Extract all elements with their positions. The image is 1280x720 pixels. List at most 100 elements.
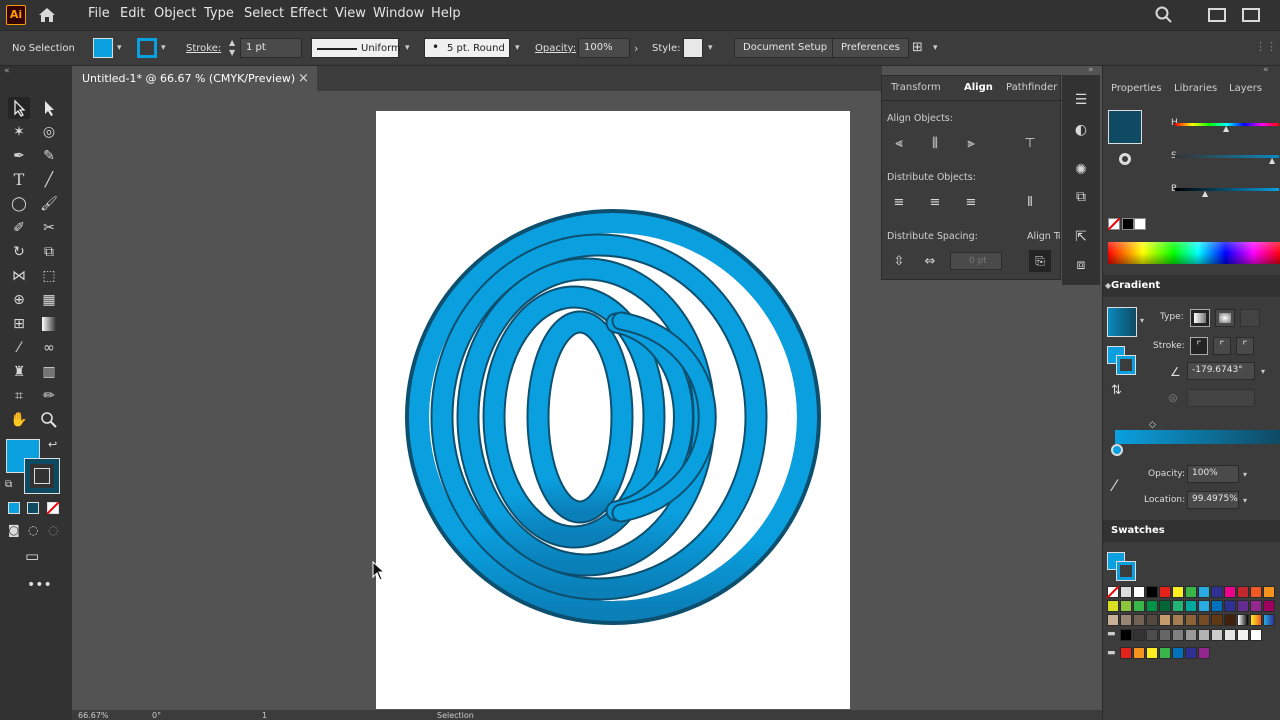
- angle-chevron-icon[interactable]: ▾: [1261, 367, 1265, 376]
- color-guide-icon[interactable]: ✺: [1071, 160, 1091, 180]
- shape-builder-tool-icon[interactable]: ⊕: [8, 289, 30, 311]
- swatch[interactable]: [1172, 586, 1184, 598]
- ring-5[interactable]: [528, 312, 632, 522]
- swatch[interactable]: [1133, 614, 1145, 626]
- perspective-grid-tool-icon[interactable]: ▦: [38, 289, 60, 311]
- swatch[interactable]: [1263, 586, 1275, 598]
- swatch[interactable]: [1250, 614, 1262, 626]
- saturation-slider-handle-icon[interactable]: ▲: [1269, 156, 1275, 165]
- linear-gradient-button[interactable]: [1190, 309, 1210, 327]
- menu-effect[interactable]: Effect: [290, 6, 327, 21]
- swatch[interactable]: [1107, 614, 1119, 626]
- search-icon[interactable]: [1155, 6, 1173, 24]
- opacity-field[interactable]: 100%: [578, 38, 630, 58]
- swatches-panel-title[interactable]: Swatches: [1103, 520, 1280, 542]
- swatch[interactable]: [1146, 614, 1158, 626]
- tab-transform[interactable]: Transform: [891, 82, 941, 93]
- swatch[interactable]: [1172, 629, 1184, 641]
- collapse-panel-icon[interactable]: »: [1088, 65, 1094, 75]
- swatch[interactable]: [1146, 600, 1158, 612]
- tab-properties[interactable]: Properties: [1111, 83, 1162, 94]
- selection-tool-icon[interactable]: [8, 97, 30, 119]
- swatch[interactable]: [1172, 647, 1184, 659]
- swatch[interactable]: [1237, 586, 1249, 598]
- swatch[interactable]: [1198, 614, 1210, 626]
- style-chevron-icon[interactable]: ▾: [708, 43, 713, 53]
- ring-artwork[interactable]: [376, 111, 850, 709]
- preferences-button[interactable]: Preferences: [832, 38, 909, 58]
- swatch[interactable]: [1211, 629, 1223, 641]
- swatch[interactable]: [1133, 647, 1145, 659]
- swatch[interactable]: [1146, 629, 1158, 641]
- distribute-top-icon[interactable]: ≡: [889, 193, 909, 213]
- arrange-documents-icon[interactable]: [1208, 8, 1226, 22]
- gradient-stop-diamond-icon[interactable]: ◇: [1149, 420, 1156, 430]
- hue-slider-handle-icon[interactable]: ▲: [1223, 124, 1229, 133]
- distribute-vertical-center-icon[interactable]: ≡: [925, 193, 945, 213]
- swatch[interactable]: [1159, 614, 1171, 626]
- draw-inside-icon[interactable]: ◌: [48, 523, 58, 537]
- gradient-preview-swatch[interactable]: [1107, 307, 1137, 337]
- stop-location-field[interactable]: 99.4975%: [1187, 491, 1239, 509]
- draw-normal-icon[interactable]: ◙: [8, 523, 20, 537]
- column-graph-tool-icon[interactable]: ▥: [38, 361, 60, 383]
- rotate-tool-icon[interactable]: ↻: [8, 241, 30, 263]
- draw-behind-icon[interactable]: ◌: [28, 523, 38, 537]
- black-swatch[interactable]: [1122, 218, 1134, 230]
- brush-dropdown[interactable]: • 5 pt. Round: [424, 38, 510, 58]
- none-mode-icon[interactable]: [47, 502, 59, 514]
- gradient-mode-icon[interactable]: [27, 502, 39, 514]
- zoom-level[interactable]: 66.67%: [78, 711, 109, 720]
- collapse-toolbar-icon[interactable]: «: [4, 66, 10, 76]
- brush-chevron-icon[interactable]: ▾: [515, 43, 520, 53]
- aspect-ratio-field[interactable]: [1187, 389, 1255, 407]
- stroke-profile-dropdown[interactable]: Uniform: [311, 38, 401, 58]
- swatch[interactable]: [1237, 600, 1249, 612]
- tab-pathfinder[interactable]: Pathfinder: [1006, 82, 1057, 93]
- vertical-spacing-icon[interactable]: ⇳: [889, 252, 909, 272]
- color-stroke-ring[interactable]: [1119, 153, 1131, 165]
- swatch[interactable]: [1250, 629, 1262, 641]
- tab-align[interactable]: Align: [964, 82, 993, 93]
- gradient-fill-stroke-icon[interactable]: [1107, 346, 1136, 375]
- swatch[interactable]: [1211, 614, 1223, 626]
- swatch[interactable]: [1159, 600, 1171, 612]
- stroke-color-box[interactable]: [24, 458, 60, 494]
- distribute-left-icon[interactable]: ⦀: [1020, 193, 1040, 213]
- gradient-stop-handle[interactable]: [1111, 444, 1123, 456]
- swatch[interactable]: [1107, 600, 1119, 612]
- white-swatch[interactable]: [1134, 218, 1146, 230]
- swatch[interactable]: [1107, 586, 1119, 598]
- default-fill-stroke-icon[interactable]: ⧉: [5, 479, 12, 490]
- stroke-weight-field[interactable]: 1 pt: [240, 38, 302, 58]
- fill-dropdown-chevron-icon[interactable]: ▾: [117, 43, 122, 53]
- lasso-tool-icon[interactable]: ◎: [38, 121, 60, 143]
- gradient-tool-icon[interactable]: [38, 313, 60, 335]
- swatch[interactable]: [1237, 629, 1249, 641]
- shaper-tool-icon[interactable]: ✐: [8, 217, 30, 239]
- swatch[interactable]: [1237, 614, 1249, 626]
- document-tab[interactable]: Untitled-1* @ 66.67 % (CMYK/Preview) ×: [72, 66, 317, 91]
- tab-libraries[interactable]: Libraries: [1174, 83, 1217, 94]
- swatch[interactable]: [1263, 600, 1275, 612]
- align-left-icon[interactable]: ⫷: [889, 134, 909, 154]
- eyedropper-tool-icon[interactable]: ⁄: [8, 337, 30, 359]
- swatch[interactable]: [1263, 614, 1275, 626]
- menu-type[interactable]: Type: [204, 6, 234, 21]
- gradient-collapse-icon[interactable]: ◆: [1105, 281, 1111, 290]
- paintbrush-tool-icon[interactable]: 🖌: [38, 193, 60, 215]
- workspace-switcher-icon[interactable]: [1242, 8, 1260, 22]
- arrange-icon[interactable]: ⊞: [912, 40, 928, 56]
- swatch[interactable]: [1133, 629, 1145, 641]
- swatch[interactable]: [1185, 647, 1197, 659]
- swatch[interactable]: [1198, 600, 1210, 612]
- swatches-fill-stroke-icon[interactable]: [1107, 552, 1136, 581]
- swatch[interactable]: [1250, 586, 1262, 598]
- swatch[interactable]: [1172, 614, 1184, 626]
- reverse-gradient-icon[interactable]: ⇅: [1111, 383, 1122, 398]
- fill-swatch[interactable]: [93, 38, 113, 58]
- align-top-icon[interactable]: ⊤: [1020, 134, 1040, 154]
- stop-location-chevron-icon[interactable]: ▾: [1243, 496, 1247, 505]
- none-swatch-icon[interactable]: [1108, 218, 1120, 230]
- stroke-dropdown-chevron-icon[interactable]: ▾: [161, 43, 166, 53]
